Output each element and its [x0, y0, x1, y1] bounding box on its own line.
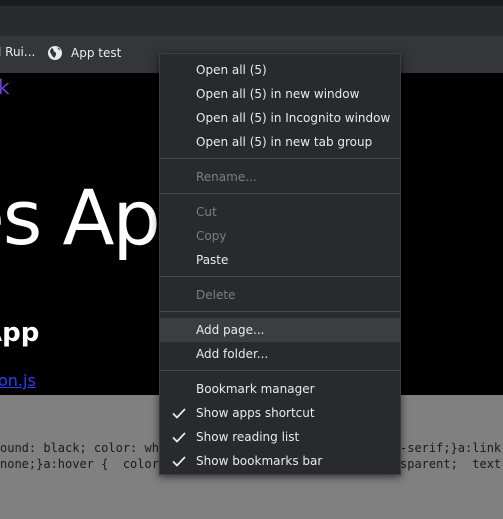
menu-item-label: Show bookmarks bar [196, 454, 323, 468]
bookmark-item-truncated[interactable]: l Rui... [0, 45, 35, 59]
code-line: none;}a:hover { color [0, 457, 159, 471]
bookmark-label: App test [71, 46, 122, 60]
bookmark-label: l Rui... [0, 45, 36, 59]
menu-separator [160, 311, 400, 312]
code-line: ound: black; color: wh [0, 441, 159, 455]
menu-item-cut[interactable]: Cut [160, 200, 400, 224]
menu-separator [160, 276, 400, 277]
checkmark-icon [172, 408, 186, 419]
menu-item-show-apps-shortcut[interactable]: Show apps shortcut [160, 401, 400, 425]
menu-separator [160, 193, 400, 194]
tab-bar [0, 6, 503, 36]
menu-item-rename[interactable]: Rename... [160, 165, 400, 189]
page-subheading: App [0, 318, 40, 348]
menu-item-paste[interactable]: Paste [160, 248, 400, 272]
menu-item-copy[interactable]: Copy [160, 224, 400, 248]
menu-item-open-all-tab-group[interactable]: Open all (5) in new tab group [160, 130, 400, 154]
bookmark-context-menu: Open all (5) Open all (5) in new window … [159, 53, 401, 475]
checkmark-icon [172, 432, 186, 443]
code-line: sparent; text- [400, 457, 503, 471]
code-line: -serif;}a:link [400, 441, 502, 455]
menu-item-add-page[interactable]: Add page... [160, 318, 400, 342]
menu-item-label: Show reading list [196, 430, 300, 444]
menu-item-label: Show apps shortcut [196, 406, 315, 420]
menu-item-open-all-new-window[interactable]: Open all (5) in new window [160, 82, 400, 106]
menu-item-open-all-incognito[interactable]: Open all (5) in Incognito window [160, 106, 400, 130]
menu-separator [160, 370, 400, 371]
page-link[interactable]: k [0, 75, 10, 99]
menu-item-delete[interactable]: Delete [160, 283, 400, 307]
menu-separator [160, 158, 400, 159]
file-link[interactable]: on.js [0, 371, 36, 390]
menu-item-add-folder[interactable]: Add folder... [160, 342, 400, 366]
menu-item-open-all[interactable]: Open all (5) [160, 58, 400, 82]
menu-item-bookmark-manager[interactable]: Bookmark manager [160, 377, 400, 401]
menu-item-show-reading-list[interactable]: Show reading list [160, 425, 400, 449]
globe-icon [48, 46, 62, 60]
bookmark-item-app-test[interactable]: App test [47, 45, 121, 61]
checkmark-icon [172, 456, 186, 467]
menu-item-show-bookmarks-bar[interactable]: Show bookmarks bar [160, 449, 400, 473]
